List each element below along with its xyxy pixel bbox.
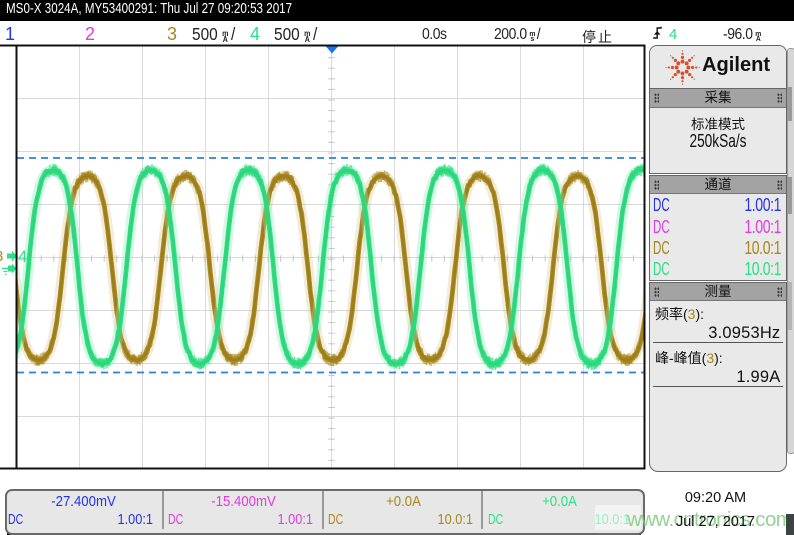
svg-text:4: 4 [18,248,27,266]
svg-text:3: 3 [0,248,3,265]
